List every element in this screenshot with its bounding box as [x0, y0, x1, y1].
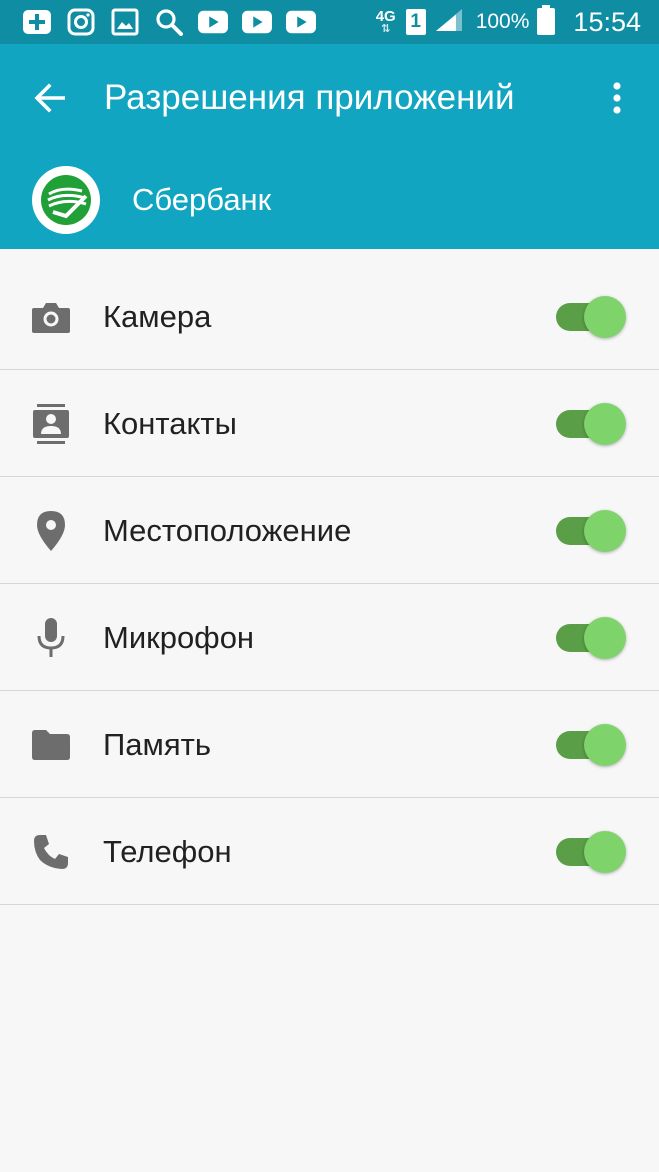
- permission-row-camera[interactable]: Камера: [0, 263, 659, 370]
- clock: 15:54: [573, 6, 641, 37]
- data-arrows-icon: ⇅: [381, 23, 391, 35]
- network-type: 4G ⇅: [375, 8, 396, 35]
- notification-icons: [22, 6, 316, 38]
- battery-percent: 100%: [475, 10, 530, 33]
- system-status: 4G ⇅ 1 100% 15:54: [376, 4, 641, 40]
- more-options-button[interactable]: [595, 74, 639, 122]
- instagram-icon: [66, 7, 96, 37]
- folder-icon: [30, 724, 72, 766]
- microphone-icon: [30, 617, 72, 659]
- youtube-icon: [198, 7, 228, 37]
- camera-toggle[interactable]: [556, 296, 628, 338]
- status-bar: 4G ⇅ 1 100% 15:54: [0, 0, 659, 44]
- phone-icon: [30, 831, 72, 873]
- microphone-toggle[interactable]: [556, 617, 628, 659]
- add-icon: [22, 7, 52, 37]
- sim-badge: 1: [405, 9, 426, 35]
- permission-row-location[interactable]: Местоположение: [0, 477, 659, 584]
- permission-row-phone[interactable]: Телефон: [0, 798, 659, 905]
- back-arrow-icon: [34, 83, 65, 113]
- toggle-thumb: [584, 510, 626, 552]
- permission-label: Камера: [103, 299, 212, 334]
- toggle-thumb: [584, 403, 626, 445]
- back-button[interactable]: [22, 74, 78, 122]
- permission-row-contacts[interactable]: Контакты: [0, 370, 659, 477]
- permission-label: Контакты: [103, 406, 237, 441]
- toggle-thumb: [584, 617, 626, 659]
- camera-icon: [30, 296, 72, 338]
- contacts-icon: [30, 403, 72, 445]
- permission-label: Микрофон: [103, 620, 255, 655]
- toggle-thumb: [584, 831, 626, 873]
- permission-row-storage[interactable]: Память: [0, 691, 659, 798]
- permission-label: Местоположение: [103, 513, 352, 548]
- permissions-list: Камера Контакты Местоположение Микрофон …: [0, 263, 659, 905]
- youtube-icon: [242, 7, 272, 37]
- app-name: Сбербанк: [132, 182, 272, 217]
- page-title: Разрешения приложений: [104, 78, 515, 117]
- more-vert-icon: [613, 82, 621, 114]
- storage-toggle[interactable]: [556, 724, 628, 766]
- contacts-toggle[interactable]: [556, 403, 628, 445]
- location-icon: [30, 510, 72, 552]
- youtube-icon: [286, 7, 316, 37]
- phone-toggle[interactable]: [556, 831, 628, 873]
- toggle-thumb: [584, 296, 626, 338]
- location-toggle[interactable]: [556, 510, 628, 552]
- app-toolbar: Разрешения приложений Сбербанк: [0, 44, 659, 249]
- sberbank-app-icon: [32, 166, 100, 234]
- gallery-icon: [110, 7, 140, 37]
- permission-row-microphone[interactable]: Микрофон: [0, 584, 659, 691]
- network-label: 4G: [375, 8, 396, 25]
- battery-icon: [537, 4, 556, 40]
- search-icon: [154, 7, 184, 37]
- signal-icon: [434, 7, 464, 38]
- toggle-thumb: [584, 724, 626, 766]
- permission-label: Память: [103, 727, 211, 762]
- permission-label: Телефон: [103, 834, 232, 869]
